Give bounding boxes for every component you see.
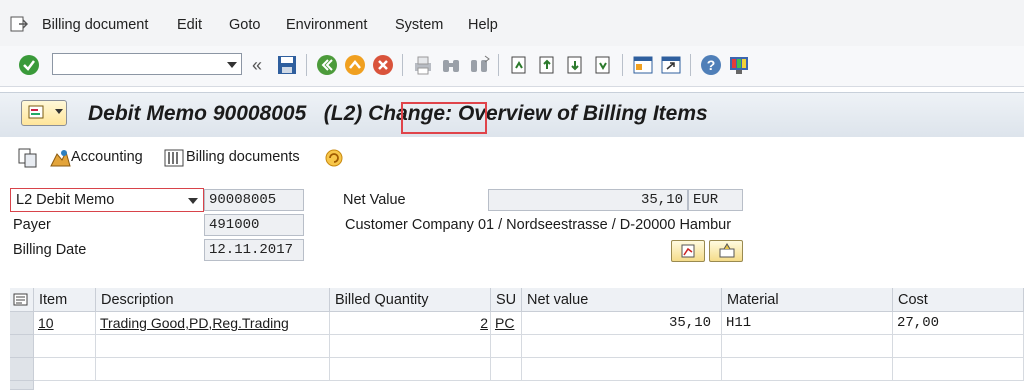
menu-billing-document[interactable]: Billing document [42, 17, 148, 33]
doc-number-field[interactable]: 90008005 [204, 189, 304, 211]
empty-cell[interactable] [330, 335, 491, 358]
chevron-down-icon[interactable] [227, 62, 237, 68]
table-settings-header[interactable] [10, 288, 34, 312]
col-header-item[interactable]: Item [34, 288, 96, 312]
table-settings-icon[interactable] [13, 293, 29, 307]
col-header-su[interactable]: SU [491, 288, 522, 312]
billing-documents-icon[interactable] [164, 148, 184, 168]
row-selector[interactable] [10, 381, 34, 390]
doc-type-value: L2 Debit Memo [16, 192, 115, 208]
empty-cell[interactable] [491, 358, 522, 381]
menu-bar: Billing document Edit Goto Environment S… [0, 0, 1024, 47]
empty-cell[interactable] [34, 358, 96, 381]
back-history-icon[interactable]: « [252, 55, 262, 76]
chevron-down-icon[interactable] [188, 198, 198, 204]
menu-system[interactable]: System [395, 17, 443, 33]
net-value-label: Net Value [343, 192, 406, 208]
find-next-icon[interactable] [468, 54, 490, 76]
standard-toolbar: « ? [0, 46, 1024, 87]
title-bar: Debit Memo 90008005 (L2) Change: Overvie… [0, 92, 1024, 138]
menu-icon [28, 105, 44, 119]
menu-button[interactable] [21, 100, 67, 126]
refresh-icon[interactable] [324, 148, 344, 168]
first-page-icon[interactable] [508, 54, 530, 76]
cancel-icon[interactable] [372, 54, 394, 76]
currency-field[interactable]: EUR [688, 189, 743, 211]
doc-type-select[interactable]: L2 Debit Memo [10, 188, 204, 212]
cell-net-value[interactable]: 35,10 [522, 312, 722, 335]
accounting-button[interactable]: Accounting [71, 149, 143, 165]
pricing-button[interactable] [671, 240, 705, 262]
print-icon[interactable] [412, 54, 434, 76]
save-icon[interactable] [276, 54, 298, 76]
col-header-description[interactable]: Description [96, 288, 330, 312]
cell-su[interactable]: PC [491, 312, 522, 335]
billing-date-label: Billing Date [13, 242, 87, 258]
empty-cell[interactable] [34, 335, 96, 358]
menu-environment[interactable]: Environment [286, 17, 367, 33]
cell-material[interactable]: H11 [722, 312, 893, 335]
caret-down-icon [55, 109, 63, 114]
previous-page-icon[interactable] [536, 54, 558, 76]
billing-date-field[interactable]: 12.11.2017 [204, 239, 304, 261]
empty-cell[interactable] [893, 358, 1024, 381]
billing-documents-button[interactable]: Billing documents [186, 149, 300, 165]
net-value-field[interactable]: 35,10 [488, 189, 688, 211]
accounting-icon[interactable] [49, 148, 71, 168]
row-selector[interactable] [10, 335, 34, 358]
col-header-net-value[interactable]: Net value [522, 288, 722, 312]
menu-help[interactable]: Help [468, 17, 498, 33]
empty-cell[interactable] [522, 335, 722, 358]
layout-icon[interactable] [728, 54, 750, 76]
page-title: Debit Memo 90008005 (L2) Change: Overvie… [88, 102, 708, 125]
billing-items-table: Item Description Billed Quantity SU Net … [10, 288, 1024, 390]
cell-item[interactable]: 10 [34, 312, 96, 335]
payer-address: Customer Company 01 / Nordseestrasse / D… [345, 217, 732, 233]
document-flow-icon[interactable] [17, 148, 39, 168]
row-selector[interactable] [10, 358, 34, 381]
find-icon[interactable] [440, 54, 462, 76]
cell-description[interactable]: Trading Good,PD,Reg.Trading [96, 312, 330, 335]
application-toolbar: Accounting Billing documents [0, 137, 1024, 177]
command-field[interactable] [52, 53, 242, 75]
last-page-icon[interactable] [592, 54, 614, 76]
change-highlight-box [401, 102, 487, 134]
exit-icon[interactable] [344, 54, 366, 76]
svg-text:?: ? [707, 57, 716, 73]
empty-cell[interactable] [722, 335, 893, 358]
empty-cell[interactable] [893, 335, 1024, 358]
menu-edit[interactable]: Edit [177, 17, 202, 33]
shortcut-icon[interactable] [660, 54, 682, 76]
payer-field[interactable]: 491000 [204, 214, 304, 236]
empty-cell[interactable] [330, 358, 491, 381]
cell-billed-quantity[interactable]: 2 [330, 312, 491, 335]
col-header-billed-quantity[interactable]: Billed Quantity [330, 288, 491, 312]
next-page-icon[interactable] [564, 54, 586, 76]
enter-icon[interactable] [18, 54, 40, 76]
conditions-button[interactable] [709, 240, 743, 262]
cell-cost[interactable]: 27,00 [893, 312, 1024, 335]
payer-label: Payer [13, 217, 51, 233]
empty-cell[interactable] [722, 358, 893, 381]
menu-goto[interactable]: Goto [229, 17, 260, 33]
empty-cell[interactable] [96, 335, 330, 358]
conditions-icon [719, 243, 735, 258]
back-icon[interactable] [316, 54, 338, 76]
row-selector[interactable] [10, 312, 34, 335]
col-header-material[interactable]: Material [722, 288, 893, 312]
empty-cell[interactable] [522, 358, 722, 381]
col-header-cost[interactable]: Cost [893, 288, 1024, 312]
create-session-icon[interactable] [632, 54, 654, 76]
empty-cell[interactable] [491, 335, 522, 358]
empty-cell[interactable] [96, 358, 330, 381]
system-menu-icon[interactable] [10, 15, 28, 33]
help-icon[interactable]: ? [700, 54, 722, 76]
pricing-icon [681, 244, 695, 258]
